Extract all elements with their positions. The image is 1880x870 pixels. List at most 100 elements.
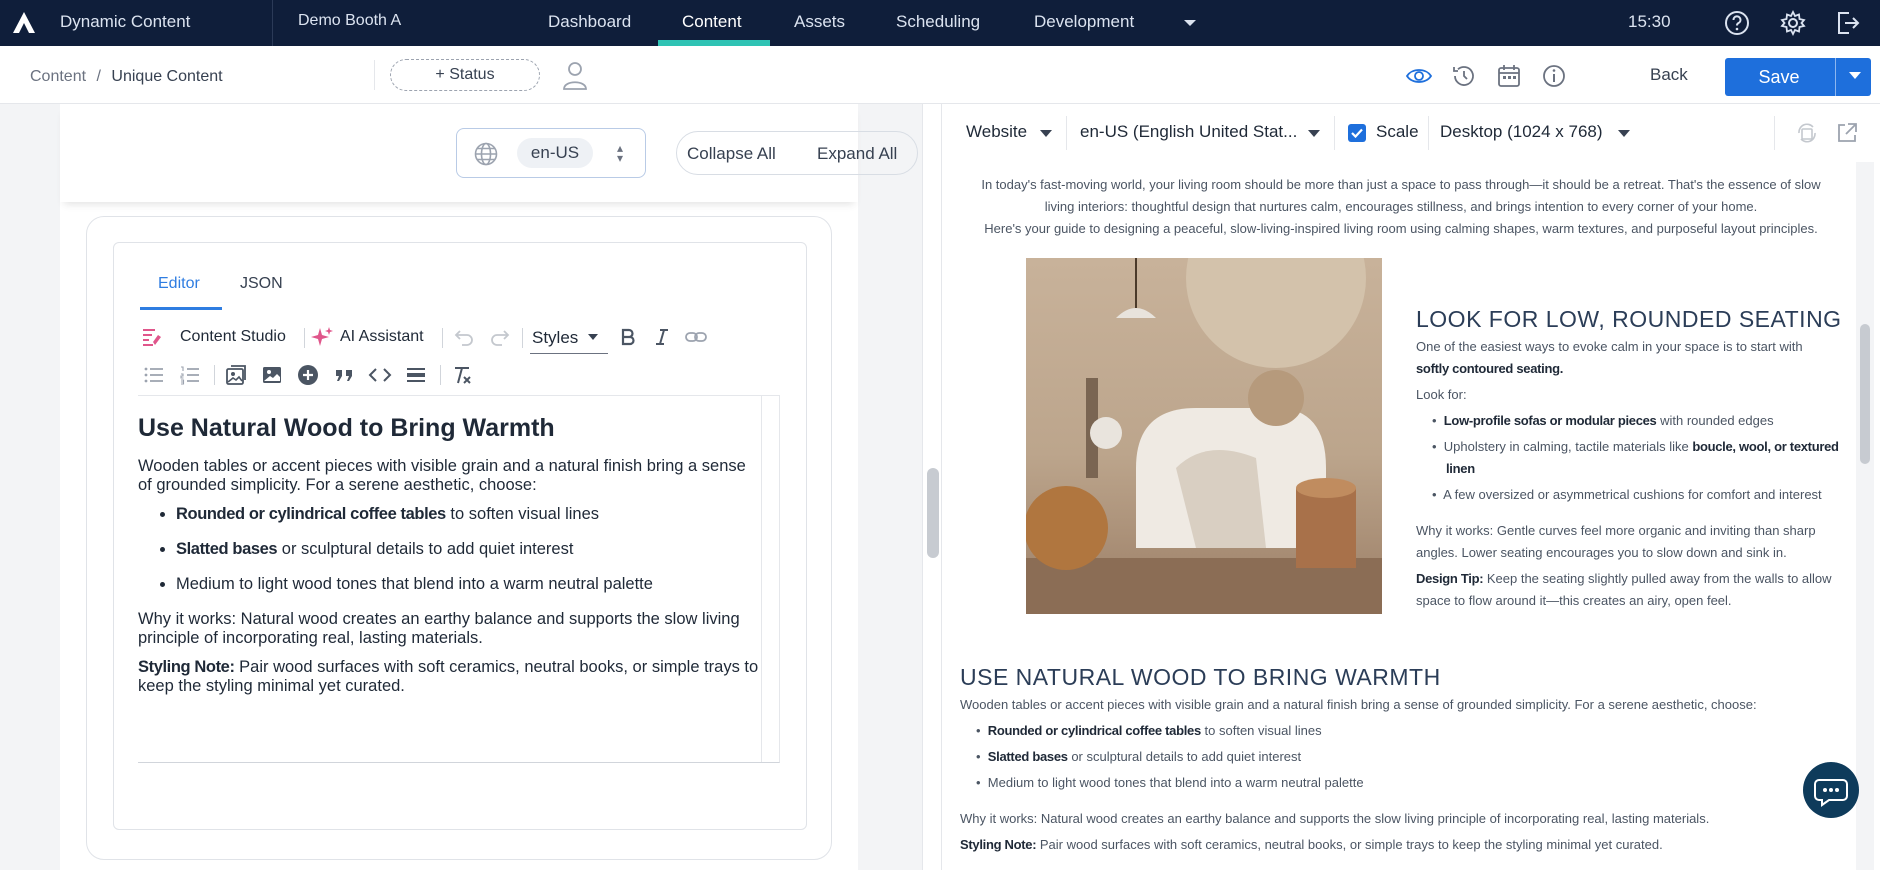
preview-locale-select[interactable]: en-US (English United Stat...	[1080, 122, 1297, 142]
editor-intro: Wooden tables or accent pieces with visi…	[138, 457, 746, 494]
help-icon[interactable]	[1722, 8, 1752, 38]
preview-toolbar: Website en-US (English United Stat... Sc…	[942, 104, 1880, 162]
gear-icon[interactable]	[1778, 8, 1808, 38]
locale-value: en-US	[517, 138, 593, 168]
live-preview: In today's fast-moving world, your livin…	[942, 162, 1880, 870]
editor-content-area[interactable]: Use Natural Wood to Bring Warmth Wooden …	[138, 395, 780, 763]
undo-icon[interactable]	[452, 325, 476, 349]
editor-document: Use Natural Wood to Bring Warmth Wooden …	[138, 396, 762, 706]
chevron-down-icon[interactable]	[1308, 130, 1320, 137]
preview-list-text: with rounded edges	[1656, 413, 1774, 428]
chevron-down-icon[interactable]	[1175, 8, 1205, 38]
logout-icon[interactable]	[1832, 8, 1862, 38]
subbar-divider	[374, 60, 375, 90]
toolbar-separator	[1774, 116, 1775, 150]
preview-note-label: Styling Note:	[960, 837, 1037, 852]
numbered-list-icon[interactable]	[178, 363, 202, 387]
preview-list-text: to soften visual lines	[1200, 723, 1322, 738]
bold-icon[interactable]	[616, 325, 640, 349]
preview-wood-heading: USE NATURAL WOOD TO BRING WARMTH	[960, 664, 1441, 690]
list-item: Slatted bases or sculptural details to a…	[176, 540, 762, 559]
content-subheader: Content / Unique Content + Status Back S…	[0, 46, 1880, 104]
open-external-icon[interactable]	[1834, 120, 1860, 146]
note-label: Styling Note:	[138, 658, 235, 676]
toolbar-separator	[214, 365, 215, 385]
tab-json[interactable]: JSON	[240, 275, 283, 293]
redo-icon[interactable]	[488, 325, 512, 349]
blockquote-icon[interactable]	[332, 363, 356, 387]
tab-editor[interactable]: Editor	[158, 275, 200, 293]
pane-splitter[interactable]	[922, 104, 942, 870]
nav-divider	[272, 0, 273, 46]
expand-all-button[interactable]: Expand All	[817, 144, 897, 164]
add-circle-icon[interactable]	[296, 363, 320, 387]
device-select[interactable]: Desktop (1024 x 768)	[1440, 122, 1603, 142]
preview-list-item: • A few oversized or asymmetrical cushio…	[1432, 487, 1822, 502]
save-button-label[interactable]: Save	[1725, 67, 1833, 88]
ai-assistant-button[interactable]: AI Assistant	[340, 328, 424, 346]
media-library-icon[interactable]	[224, 363, 248, 387]
preview-scroll-thumb[interactable]	[1860, 324, 1870, 464]
top-navbar: Dynamic Content Demo Booth A Dashboard C…	[0, 0, 1880, 46]
toolbar-separator	[1428, 116, 1429, 150]
link-icon[interactable]	[684, 325, 708, 349]
content-studio-button[interactable]: Content Studio	[180, 328, 286, 346]
editor-scrollbar[interactable]	[761, 396, 779, 762]
scale-label[interactable]: Scale	[1376, 122, 1419, 142]
content-studio-icon[interactable]	[140, 325, 164, 349]
info-icon[interactable]	[1540, 62, 1568, 90]
horizontal-rule-icon[interactable]	[404, 363, 428, 387]
toolbar-separator	[1066, 116, 1067, 150]
tab-content[interactable]: Content	[682, 12, 742, 32]
list-item-text: Medium to light wood tones that blend in…	[176, 575, 653, 593]
tab-assets[interactable]: Assets	[794, 12, 845, 32]
tab-active-underline	[140, 307, 222, 310]
preview-list-item: • Upholstery in calming, tactile materia…	[1432, 439, 1839, 454]
tab-dashboard[interactable]: Dashboard	[548, 12, 631, 32]
site-selector[interactable]: Demo Booth A	[298, 12, 401, 30]
bullet-list-icon[interactable]	[142, 363, 166, 387]
calendar-icon[interactable]	[1495, 62, 1523, 90]
ai-sparkle-icon[interactable]	[310, 325, 334, 349]
preview-list-wrap: linen	[1446, 458, 1475, 480]
toolbar-separator	[440, 365, 441, 385]
sofa-illustration	[1026, 258, 1382, 614]
sync-icon[interactable]	[1794, 120, 1820, 146]
save-button[interactable]: Save	[1725, 58, 1871, 96]
preview-eye-icon[interactable]	[1405, 62, 1433, 90]
image-icon[interactable]	[260, 363, 284, 387]
splitter-handle[interactable]	[927, 468, 939, 558]
clear-formatting-icon[interactable]	[450, 363, 474, 387]
channel-select[interactable]: Website	[966, 122, 1027, 142]
code-icon[interactable]	[368, 363, 392, 387]
app-name[interactable]: Dynamic Content	[60, 12, 190, 32]
list-item-text: to soften visual lines	[445, 505, 600, 523]
app-logo-icon[interactable]	[10, 9, 38, 37]
toolbar-separator	[1334, 116, 1335, 150]
back-button[interactable]: Back	[1650, 65, 1688, 85]
tab-development[interactable]: Development	[1034, 12, 1134, 32]
locale-selector[interactable]: en-US ▴ ▾	[456, 128, 646, 178]
chevron-down-icon	[588, 334, 598, 340]
history-icon[interactable]	[1450, 62, 1478, 90]
breadcrumb: Content / Unique Content	[30, 68, 223, 86]
editor-controls: en-US ▴ ▾ Collapse All Expand All	[60, 104, 918, 202]
list-item: Rounded or cylindrical coffee tables to …	[176, 505, 762, 524]
styles-dropdown[interactable]: Styles	[530, 322, 608, 354]
tab-scheduling[interactable]: Scheduling	[896, 12, 980, 32]
collapse-all-button[interactable]: Collapse All	[687, 144, 776, 164]
scale-checkbox[interactable]	[1348, 124, 1366, 142]
rich-text-editor: Editor JSON Content Studio AI Assistant …	[113, 242, 807, 830]
preview-look-for: Look for:	[1416, 387, 1467, 402]
preview-list-item: • Low-profile sofas or modular pieces wi…	[1432, 413, 1774, 428]
save-options-chevron-icon[interactable]	[1849, 72, 1861, 79]
italic-icon[interactable]	[650, 325, 674, 349]
user-icon[interactable]	[562, 60, 588, 90]
toolbar-separator	[304, 328, 305, 348]
editor-why: Why it works: Natural wood creates an ea…	[138, 610, 740, 647]
chevron-down-icon[interactable]	[1040, 130, 1052, 137]
chat-button[interactable]	[1803, 762, 1859, 818]
add-status-button[interactable]: + Status	[390, 59, 540, 91]
breadcrumb-root[interactable]: Content	[30, 68, 86, 85]
chevron-down-icon[interactable]	[1618, 130, 1630, 137]
